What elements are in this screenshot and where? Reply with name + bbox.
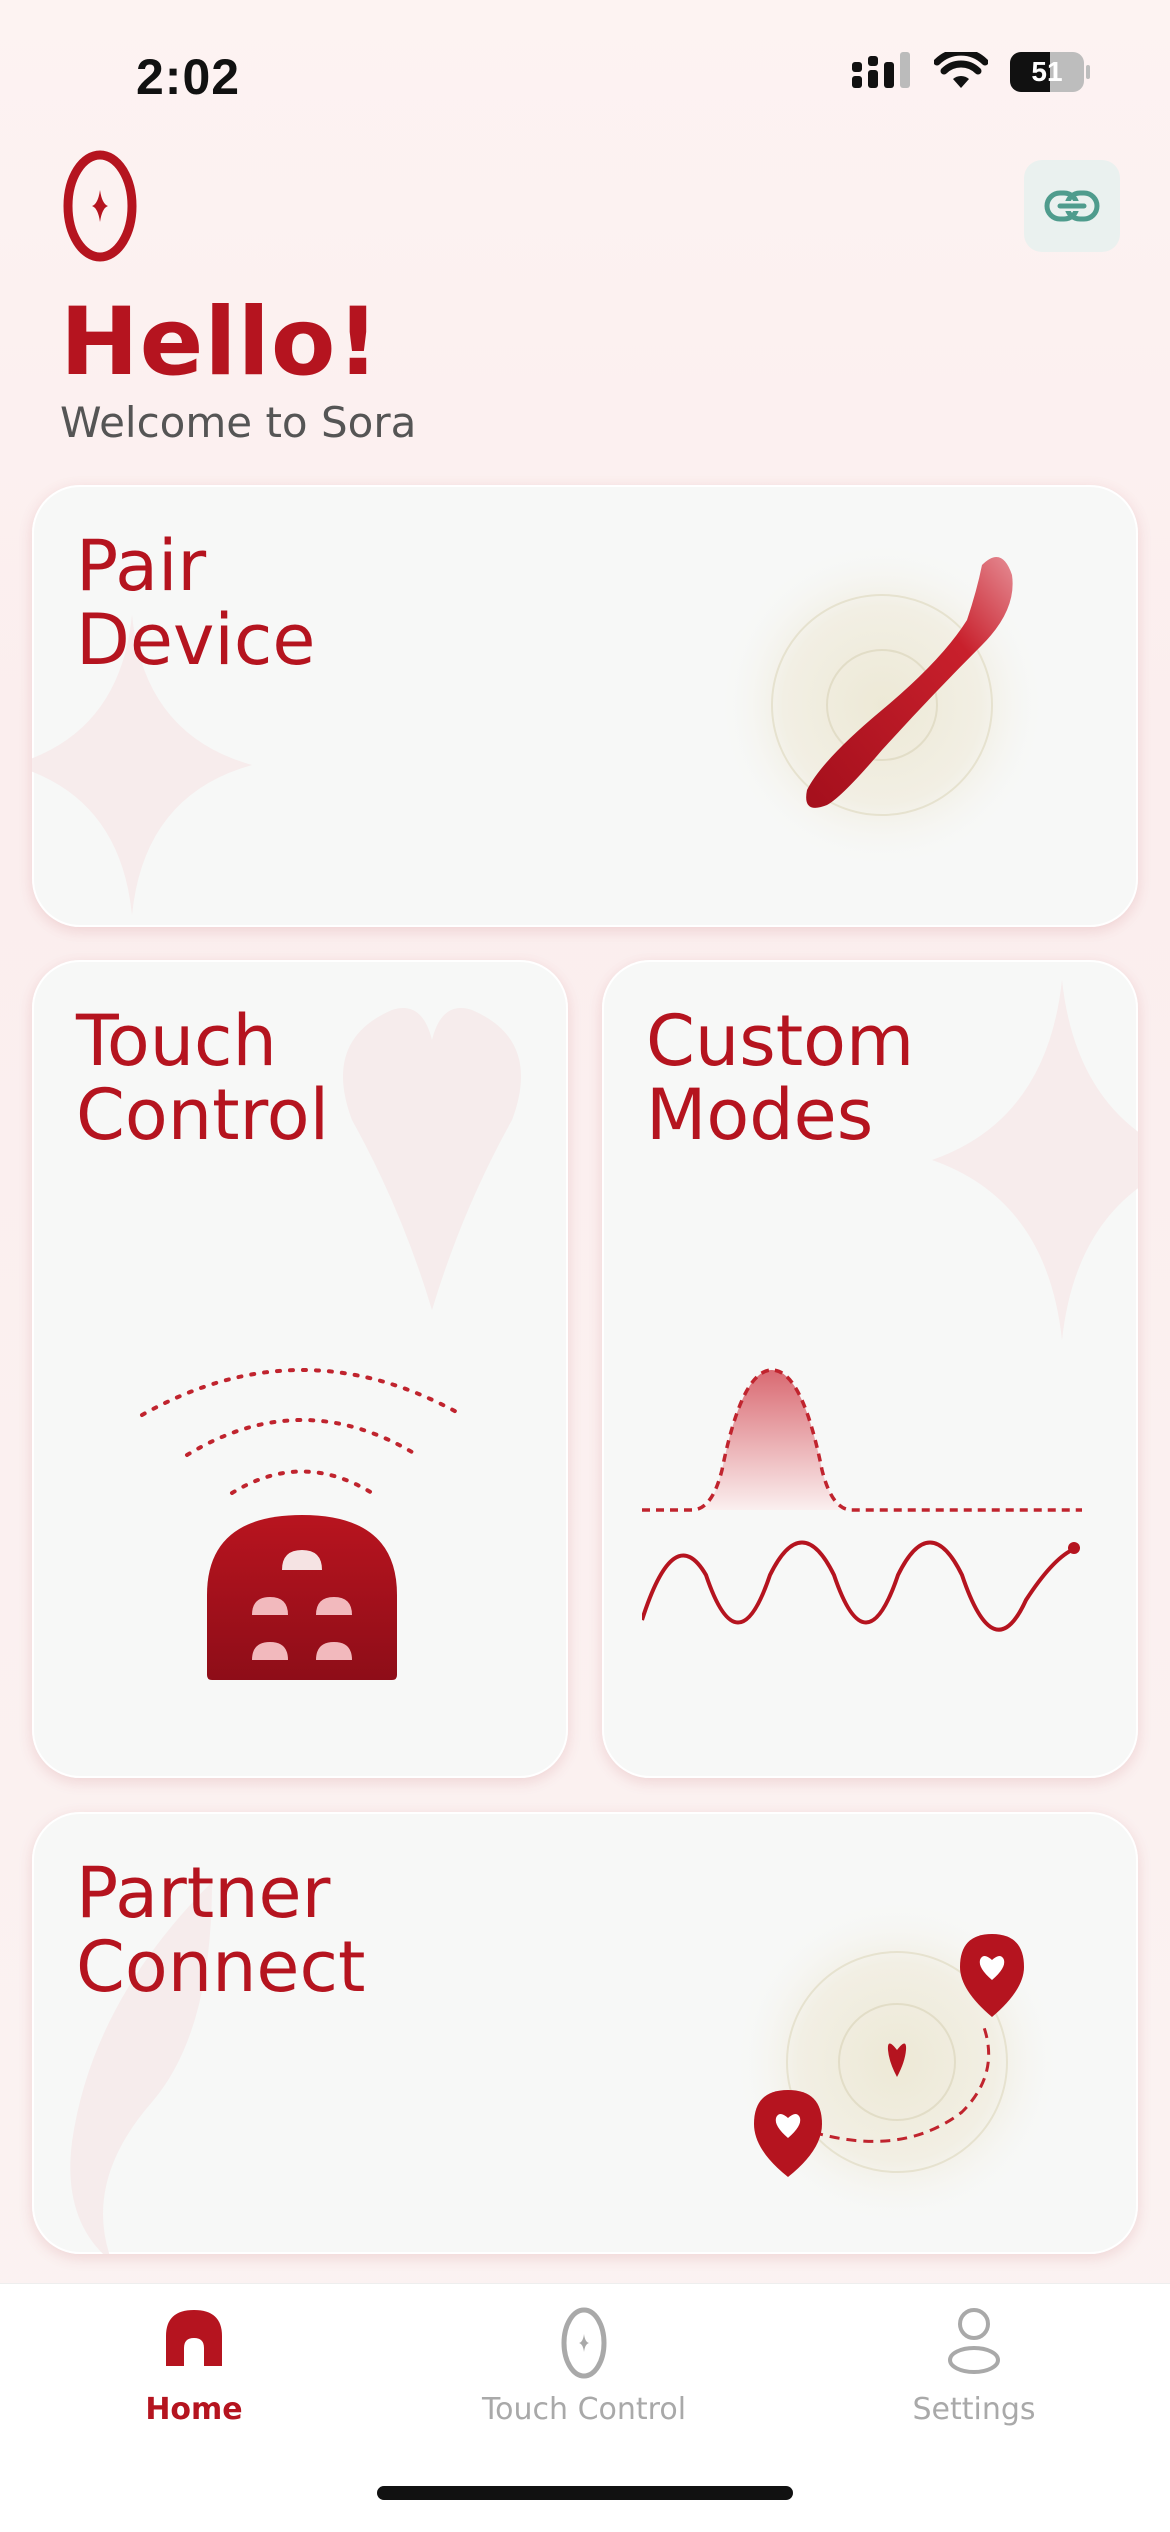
tab-settings-label: Settings [912, 2392, 1036, 2427]
signal-icon [852, 52, 910, 88]
greeting-title: Hello! [60, 288, 381, 397]
settings-person-icon [948, 2308, 1000, 2374]
status-time: 2:02 [136, 49, 241, 105]
wifi-icon [934, 52, 988, 88]
tab-touch-control-label: Touch Control [481, 2392, 687, 2427]
custom-modes-title: Custom Modes [646, 1000, 915, 1156]
tab-home-label: Home [145, 2392, 243, 2427]
battery-icon: 51 [1010, 52, 1090, 92]
home-screen: 2:02 51 Hello! Welcome to Sora Pair Devi… [0, 0, 1170, 2532]
tab-home[interactable]: Home [44, 2284, 344, 2444]
link-button[interactable] [1024, 160, 1120, 252]
remote-illustration [140, 1368, 464, 1680]
heart-decoration [343, 1008, 521, 1310]
touch-control-card[interactable]: Touch Control [32, 960, 568, 1778]
tab-settings[interactable]: Settings [824, 2284, 1124, 2444]
battery-level: 51 [1031, 56, 1063, 87]
welcome-subtitle: Welcome to Sora [60, 398, 417, 447]
custom-modes-card[interactable]: Custom Modes [602, 960, 1138, 1778]
pair-device-title: Pair Device [76, 525, 316, 681]
device-illustration [717, 540, 1047, 865]
sparkle-decoration [932, 980, 1138, 1340]
partner-connect-title: Partner Connect [76, 1852, 366, 2008]
home-indicator [377, 2486, 793, 2500]
touch-control-title: Touch Control [76, 1000, 330, 1156]
partner-map-illustration [732, 1897, 1062, 2227]
tab-touch-control[interactable]: Touch Control [434, 2284, 734, 2444]
pair-device-card[interactable]: Pair Device [32, 485, 1138, 927]
touch-control-icon [561, 2307, 607, 2379]
link-icon [1044, 190, 1100, 222]
status-icons: 51 [852, 52, 1090, 92]
waveform-illustration [642, 1368, 1082, 1632]
partner-connect-card[interactable]: Partner Connect [32, 1812, 1138, 2254]
sora-logo-icon [62, 150, 138, 267]
home-icon [166, 2310, 222, 2366]
